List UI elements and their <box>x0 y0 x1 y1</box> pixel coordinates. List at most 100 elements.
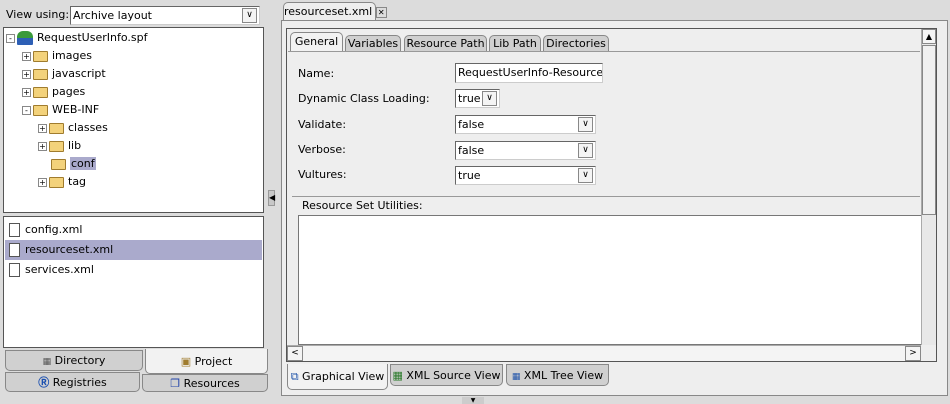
vultures-select[interactable]: true ∨ <box>455 166 596 185</box>
chevron-down-icon: ∨ <box>482 91 497 106</box>
tab-resource-path[interactable]: Resource Path <box>404 35 487 52</box>
tree-node-label: RequestUserInfo.spf <box>37 31 148 44</box>
collapse-icon[interactable]: - <box>6 33 15 43</box>
tab-general[interactable]: General <box>290 32 343 52</box>
tree-node[interactable]: + javascript <box>22 66 106 82</box>
bottom-splitter-handle[interactable]: ▼ <box>462 397 484 404</box>
file-label: config.xml <box>25 223 83 236</box>
project-icon: ▣ <box>180 355 192 368</box>
tab-resources-label: Resources <box>183 377 240 390</box>
chevron-down-icon: ∨ <box>578 117 593 132</box>
folder-icon <box>33 86 48 98</box>
splitter-collapse-handle[interactable]: ◀ <box>268 190 275 206</box>
file-icon <box>9 223 20 237</box>
expand-icon[interactable]: + <box>38 177 47 187</box>
tree-node-label: classes <box>68 121 108 134</box>
project-file-icon <box>17 31 33 45</box>
tree-node[interactable]: + pages <box>22 84 85 100</box>
tab-lib-path[interactable]: Lib Path <box>489 35 541 52</box>
view-using-select[interactable]: Archive layout ∨ <box>70 6 260 25</box>
xml-tree-icon: ▦ <box>511 372 521 382</box>
expand-icon[interactable]: + <box>38 141 47 151</box>
tab-registries[interactable]: Ⓡ Registries <box>5 372 140 392</box>
vertical-scrollbar[interactable]: ▲ <box>921 29 936 345</box>
file-list-item[interactable]: config.xml <box>5 220 262 240</box>
folder-icon <box>51 158 66 170</box>
dynamic-class-loading-select[interactable]: true ∨ <box>455 89 500 108</box>
chevron-down-icon: ∨ <box>578 143 593 158</box>
scroll-left-icon[interactable]: < <box>287 346 303 361</box>
dynamic-class-loading-label: Dynamic Class Loading: <box>298 92 430 105</box>
utilities-label: Resource Set Utilities: <box>302 199 423 212</box>
tab-xml-tree-label: XML Tree View <box>523 369 604 382</box>
resources-icon: ❐ <box>170 377 181 390</box>
collapse-icon[interactable]: - <box>22 105 31 115</box>
scrollbar-thumb[interactable] <box>922 45 936 215</box>
tab-directories[interactable]: Directories <box>543 35 609 52</box>
tab-variables[interactable]: Variables <box>345 35 401 52</box>
project-tree[interactable]: - RequestUserInfo.spf + images + javascript + p… <box>3 27 264 213</box>
horizontal-scrollbar[interactable]: < > <box>287 345 921 361</box>
file-icon <box>9 243 20 257</box>
file-tab-label: resourceset.xml <box>284 5 373 18</box>
tree-node[interactable]: conf <box>38 156 96 172</box>
expand-icon[interactable]: + <box>38 123 47 133</box>
xml-source-icon: ▦ <box>392 369 403 382</box>
tab-resourceset-xml[interactable]: resourceset.xml ✕ <box>283 2 387 21</box>
tab-xml-source-label: XML Source View <box>406 369 501 382</box>
view-using-label: View using: <box>6 8 70 21</box>
folder-icon <box>49 176 64 188</box>
close-icon[interactable]: ✕ <box>375 6 387 18</box>
folder-icon <box>33 104 48 116</box>
chevron-down-icon: ∨ <box>578 168 593 183</box>
tab-registries-label: Registries <box>52 376 107 389</box>
tree-node[interactable]: + images <box>22 48 92 64</box>
tab-project[interactable]: ▣ Project <box>145 349 268 374</box>
file-list[interactable]: config.xml resourceset.xml services.xml <box>3 216 264 348</box>
tab-xml-tree-view[interactable]: ▦ XML Tree View <box>506 364 609 386</box>
scroll-up-icon[interactable]: ▲ <box>922 29 936 44</box>
tab-directory-label: Directory <box>54 354 106 367</box>
tree-node-label: conf <box>70 157 96 170</box>
directory-icon: ▦ <box>42 357 52 367</box>
tree-node-label: lib <box>68 139 82 152</box>
file-icon <box>9 263 20 277</box>
vultures-value: true <box>458 169 481 182</box>
tree-node-label: pages <box>52 85 86 98</box>
validate-value: false <box>458 118 485 131</box>
tree-node-label: javascript <box>52 67 106 80</box>
expand-icon[interactable]: + <box>22 51 31 61</box>
verbose-label: Verbose: <box>298 143 346 156</box>
validate-label: Validate: <box>298 118 347 131</box>
registries-icon: Ⓡ <box>38 376 50 389</box>
tab-graphical-view-label: Graphical View <box>302 370 385 383</box>
expand-icon[interactable]: + <box>22 69 31 79</box>
file-list-item[interactable]: resourceset.xml <box>5 240 262 260</box>
tree-node[interactable]: + classes <box>38 120 108 136</box>
tab-resources[interactable]: ❐ Resources <box>142 374 268 392</box>
tree-node-label: tag <box>68 175 87 188</box>
verbose-select[interactable]: false ∨ <box>455 141 596 160</box>
file-label: resourceset.xml <box>25 243 114 256</box>
utilities-area[interactable] <box>298 215 923 345</box>
name-input[interactable]: RequestUserInfo-ResourceSe <box>455 63 603 83</box>
tab-xml-source-view[interactable]: ▦ XML Source View <box>390 364 503 386</box>
folder-icon <box>49 122 64 134</box>
expand-icon[interactable]: + <box>22 87 31 97</box>
vultures-label: Vultures: <box>298 168 347 181</box>
tree-node[interactable]: - WEB-INF <box>22 102 99 118</box>
tab-directory[interactable]: ▦ Directory <box>5 350 143 371</box>
tab-project-label: Project <box>194 355 233 368</box>
file-list-item[interactable]: services.xml <box>5 260 262 280</box>
folder-icon <box>33 50 48 62</box>
verbose-value: false <box>458 144 485 157</box>
tree-node[interactable]: + tag <box>38 174 86 190</box>
tree-node[interactable]: + lib <box>38 138 81 154</box>
tab-graphical-view[interactable]: ⧉ Graphical View <box>287 364 388 390</box>
folder-icon <box>33 68 48 80</box>
tree-node[interactable]: - RequestUserInfo.spf <box>6 30 147 46</box>
file-label: services.xml <box>25 263 94 276</box>
scroll-right-icon[interactable]: > <box>905 346 921 361</box>
view-using-value: Archive layout <box>73 9 152 22</box>
validate-select[interactable]: false ∨ <box>455 115 596 134</box>
